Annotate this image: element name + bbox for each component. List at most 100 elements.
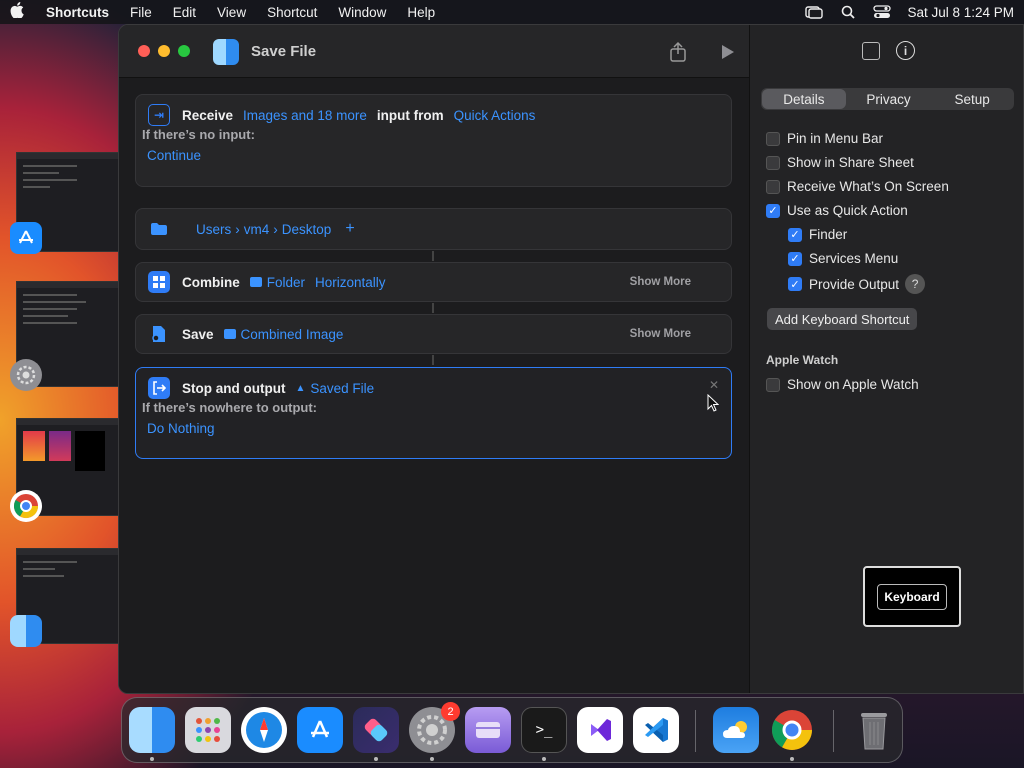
add-to-library-icon[interactable] xyxy=(862,42,880,60)
dock-system-settings-icon[interactable]: 2 xyxy=(409,702,460,753)
combine-folder-text: Folder xyxy=(266,274,306,290)
combine-action[interactable]: Combine Folder Horizontally Show More xyxy=(135,262,732,302)
path-segment-desktop[interactable]: Desktop xyxy=(282,222,332,237)
add-keyboard-shortcut-button[interactable]: Add Keyboard Shortcut xyxy=(767,308,918,330)
tab-setup[interactable]: Setup xyxy=(930,88,1014,110)
minimize-window-button[interactable] xyxy=(158,45,170,57)
finder-label: Finder xyxy=(809,227,848,242)
option-apple-watch[interactable]: Show on Apple Watch xyxy=(766,377,919,392)
zoom-window-button[interactable] xyxy=(178,45,190,57)
shortcut-editor-window: Save File ⇥ Receive Images and 18 more i… xyxy=(118,24,1024,694)
tab-privacy[interactable]: Privacy xyxy=(847,88,931,110)
path-chevron-icon: › xyxy=(235,221,240,237)
dock-weather-icon[interactable] xyxy=(713,707,759,753)
finder-dock-thumb-icon xyxy=(10,615,42,647)
option-finder[interactable]: ✓ Finder xyxy=(788,227,847,242)
menu-edit[interactable]: Edit xyxy=(173,5,196,20)
dock-chrome-icon[interactable] xyxy=(769,707,815,753)
quick-action-checkbox[interactable]: ✓ xyxy=(766,203,780,218)
watch-label: Show on Apple Watch xyxy=(787,377,919,392)
shortcut-glyph-icon[interactable] xyxy=(213,39,239,65)
combine-label: Combine xyxy=(182,274,240,290)
pin-checkbox[interactable] xyxy=(766,131,780,146)
menu-view[interactable]: View xyxy=(217,5,246,20)
close-window-button[interactable] xyxy=(138,45,150,57)
receive-types-token[interactable]: Images and 18 more xyxy=(243,108,367,123)
quick-action-label: Use as Quick Action xyxy=(787,203,908,218)
help-icon[interactable]: ? xyxy=(905,274,926,294)
services-checkbox[interactable]: ✓ xyxy=(788,251,802,266)
combined-image-icon xyxy=(223,329,236,339)
stage-manager-icon[interactable] xyxy=(805,5,824,19)
screen-label: Receive What’s On Screen xyxy=(787,179,949,194)
dock-safari-icon[interactable] xyxy=(241,707,287,753)
spotlight-search-icon[interactable] xyxy=(839,5,857,19)
option-provide-output[interactable]: ✓ Provide Output ? xyxy=(788,274,926,294)
dock-trash-icon[interactable] xyxy=(851,707,897,753)
combine-folder-token[interactable]: Folder xyxy=(249,274,306,290)
chrome-icon xyxy=(10,490,42,522)
output-checkbox[interactable]: ✓ xyxy=(788,277,802,291)
add-path-icon[interactable]: + xyxy=(345,220,354,238)
option-share-sheet[interactable]: Show in Share Sheet xyxy=(766,155,914,170)
dock-launchpad-icon[interactable] xyxy=(185,707,231,753)
control-center-icon[interactable] xyxy=(873,5,892,19)
running-indicator xyxy=(542,757,546,761)
dock-vscode-icon[interactable] xyxy=(633,707,679,753)
remove-action-icon[interactable]: ✕ xyxy=(709,378,719,392)
save-show-more[interactable]: Show More xyxy=(630,328,691,340)
path-segment-users[interactable]: Users xyxy=(196,222,231,237)
info-icon[interactable]: i xyxy=(896,41,915,60)
option-pin-menu-bar[interactable]: Pin in Menu Bar xyxy=(766,131,883,146)
combine-show-more[interactable]: Show More xyxy=(630,276,691,288)
share-icon[interactable] xyxy=(668,41,688,63)
option-receive-screen[interactable]: Receive What’s On Screen xyxy=(766,179,949,194)
nowhere-output-value[interactable]: Do Nothing xyxy=(136,421,731,436)
screen-checkbox[interactable] xyxy=(766,179,780,194)
system-settings-icon xyxy=(10,359,42,391)
combine-mode-token[interactable]: Horizontally xyxy=(315,275,386,290)
action-connector xyxy=(432,303,434,313)
watch-checkbox[interactable] xyxy=(766,377,780,392)
menu-file[interactable]: File xyxy=(130,5,152,20)
tab-details[interactable]: Details xyxy=(762,89,846,109)
save-action[interactable]: Save Combined Image Show More xyxy=(135,314,732,354)
dock-visual-studio-icon[interactable] xyxy=(577,707,623,753)
folder-path-action[interactable]: Users › vm4 › Desktop + xyxy=(135,208,732,250)
share-checkbox[interactable] xyxy=(766,155,780,170)
dock-terminal-icon[interactable]: >_ xyxy=(521,707,567,753)
path-segment-vm4[interactable]: vm4 xyxy=(244,222,270,237)
sidebar-tabs: Details Privacy Setup xyxy=(761,88,1014,110)
apple-menu-icon[interactable] xyxy=(10,2,28,22)
folder-icon xyxy=(148,218,170,240)
option-quick-action[interactable]: ✓ Use as Quick Action xyxy=(766,203,908,218)
action-editor: ⇥ Receive Images and 18 more input from … xyxy=(119,78,749,693)
no-input-value[interactable]: Continue xyxy=(136,148,731,163)
finder-checkbox[interactable]: ✓ xyxy=(788,227,802,242)
pin-label: Pin in Menu Bar xyxy=(787,131,884,146)
app-store-icon xyxy=(10,222,42,254)
saved-file-icon: ▲ xyxy=(295,382,306,394)
run-shortcut-icon[interactable] xyxy=(720,43,736,61)
running-indicator xyxy=(430,757,434,761)
shortcut-title[interactable]: Save File xyxy=(251,43,316,60)
menu-shortcut[interactable]: Shortcut xyxy=(267,5,317,20)
dock-utility-icon[interactable] xyxy=(465,707,511,753)
dock-finder-icon[interactable] xyxy=(129,707,175,753)
dock-separator xyxy=(833,710,834,752)
menu-app-name[interactable]: Shortcuts xyxy=(46,5,109,20)
dock-app-store-icon[interactable] xyxy=(297,707,343,753)
option-services-menu[interactable]: ✓ Services Menu xyxy=(788,251,898,266)
running-indicator xyxy=(150,757,154,761)
menu-clock[interactable]: Sat Jul 8 1:24 PM xyxy=(907,5,1014,20)
menu-window[interactable]: Window xyxy=(338,5,386,20)
receive-source-token[interactable]: Quick Actions xyxy=(454,108,536,123)
notification-badge: 2 xyxy=(441,702,460,721)
save-image-token[interactable]: Combined Image xyxy=(223,326,344,342)
saved-file-token[interactable]: ▲ Saved File xyxy=(295,381,374,396)
receive-action[interactable]: ⇥ Receive Images and 18 more input from … xyxy=(135,94,732,187)
save-image-text: Combined Image xyxy=(240,326,344,342)
menu-help[interactable]: Help xyxy=(407,5,435,20)
stop-and-output-action[interactable]: Stop and output ▲ Saved File ✕ If there’s… xyxy=(135,367,732,459)
dock-shortcuts-icon[interactable] xyxy=(353,707,399,753)
